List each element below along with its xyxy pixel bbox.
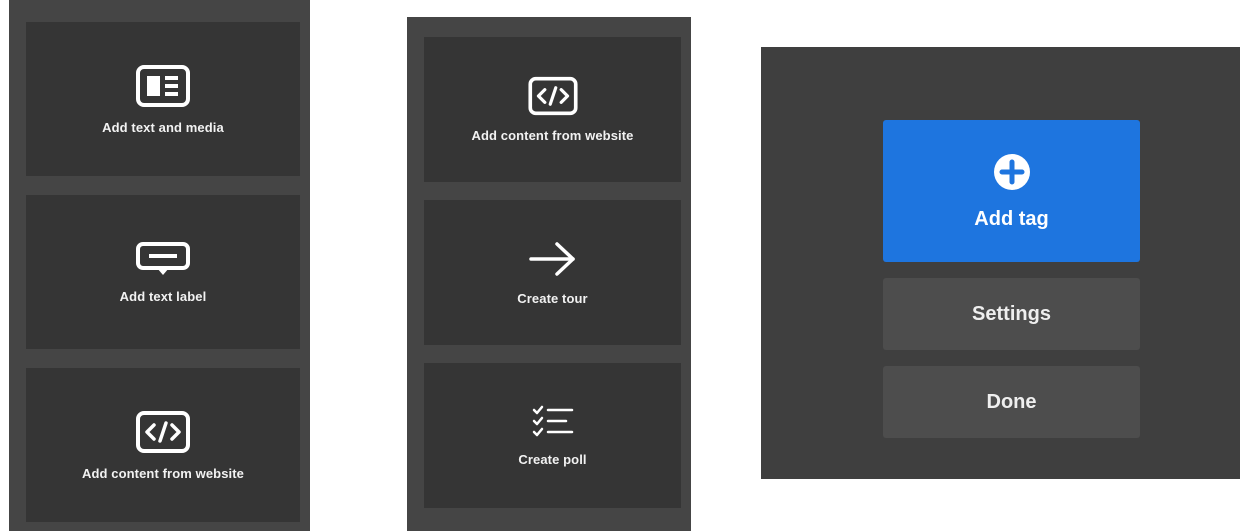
- right-panel: Add tag Settings Done: [761, 47, 1240, 479]
- done-button[interactable]: Done: [883, 366, 1140, 438]
- tile-label: Add content from website: [471, 128, 634, 143]
- add-tag-label: Add tag: [974, 207, 1049, 230]
- plus-circle-icon: [992, 152, 1032, 198]
- settings-button[interactable]: Settings: [883, 278, 1140, 350]
- add-content-from-website-tile[interactable]: Add content from website: [26, 368, 300, 522]
- add-text-label-tile[interactable]: Add text label: [26, 195, 300, 349]
- tile-label: Add text and media: [102, 119, 224, 135]
- text-label-icon: [135, 241, 191, 277]
- done-label: Done: [986, 390, 1037, 413]
- tile-label: Add text label: [119, 288, 207, 304]
- add-tag-button[interactable]: Add tag: [883, 120, 1140, 262]
- checklist-icon: [531, 404, 575, 440]
- arrow-right-icon: [528, 239, 578, 279]
- left-panel: Add text and media Add text label Add co…: [9, 0, 310, 531]
- tile-label: Create poll: [518, 452, 587, 467]
- middle-panel: Add content from website Create tour Cre…: [407, 17, 691, 531]
- add-text-and-media-tile[interactable]: Add text and media: [26, 22, 300, 176]
- create-tour-tile[interactable]: Create tour: [424, 200, 681, 345]
- code-icon: [135, 410, 191, 454]
- code-icon: [527, 76, 579, 116]
- add-content-from-website-tile[interactable]: Add content from website: [424, 37, 681, 182]
- tile-label: Create tour: [517, 291, 588, 306]
- settings-label: Settings: [972, 302, 1051, 325]
- tile-label: Add content from website: [81, 465, 245, 481]
- text-media-icon: [135, 64, 191, 108]
- create-poll-tile[interactable]: Create poll: [424, 363, 681, 508]
